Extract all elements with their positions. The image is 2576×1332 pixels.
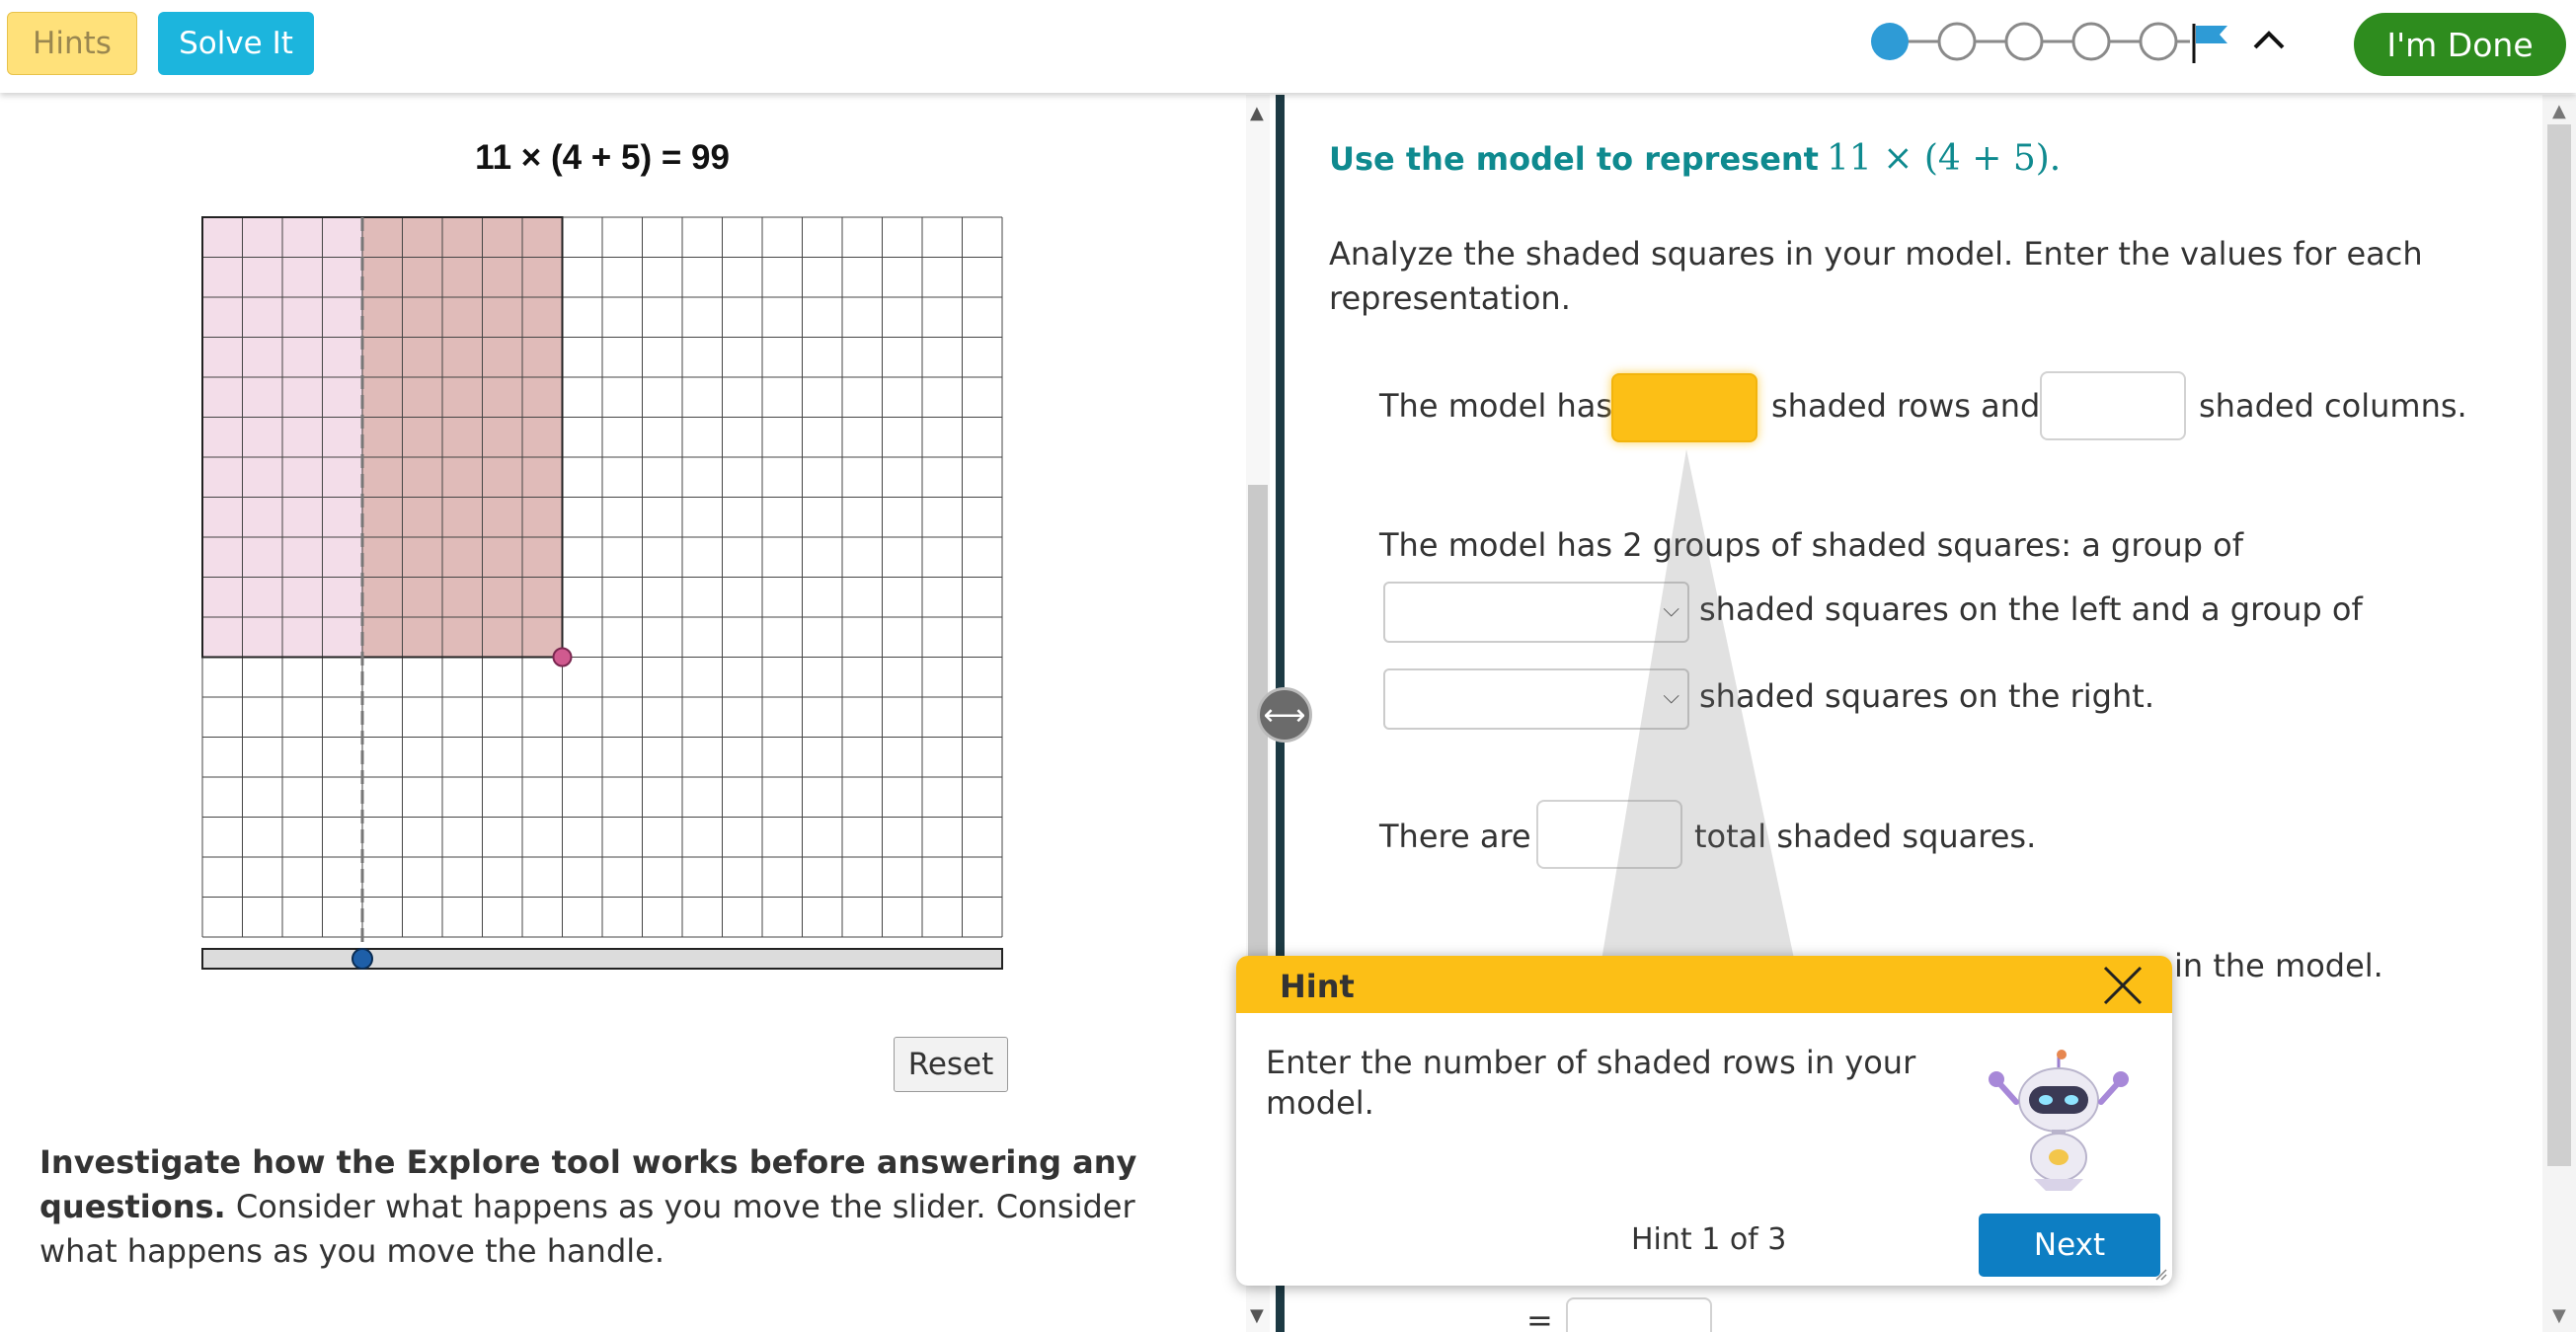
right-panel-scrollbar[interactable]: ▲ ▼ — [2542, 95, 2576, 1332]
left-scroll-thumb[interactable] — [1248, 485, 1268, 998]
finish-flag-icon — [2192, 24, 2227, 63]
split-slider-knob[interactable] — [351, 948, 373, 970]
hint-body: Enter the number of shaded rows in your … — [1266, 1044, 1916, 1122]
robot-mascot-icon — [1989, 1050, 2129, 1191]
hints-button[interactable]: Hints — [7, 12, 137, 75]
shaded-right-region — [362, 217, 563, 658]
progress-step-5[interactable] — [2139, 22, 2178, 61]
total-squares-input[interactable] — [1536, 800, 1682, 869]
instructions-text: Investigate how the Explore tool works b… — [39, 1140, 1185, 1274]
scroll-down-arrow-icon[interactable]: ▼ — [1250, 1305, 1264, 1326]
collapse-chevron-up-icon[interactable] — [2249, 18, 2289, 65]
solve-it-button[interactable]: Solve It — [158, 12, 314, 75]
progress-step-2[interactable] — [1937, 22, 1977, 61]
hint-counter: Hint 1 of 3 — [1631, 1222, 1787, 1257]
panel-resize-handle-icon[interactable]: ⟷ — [1257, 687, 1312, 743]
q2-text-a: The model has 2 groups of shaded squares… — [1379, 526, 2243, 564]
next-hint-button[interactable]: Next — [1979, 1214, 2160, 1277]
chevron-down-icon: ⌵ — [1663, 684, 1679, 709]
hint-popup: Hint Enter the number of shaded rows in … — [1236, 956, 2172, 1286]
left-group-select[interactable]: ⌵ — [1383, 582, 1689, 643]
question-intro: Analyze the shaded squares in your model… — [1329, 235, 2423, 317]
question-title-text: Use the model to represent — [1329, 140, 1819, 178]
question-expression: 11 × (4 + 5). — [1826, 138, 2062, 179]
q2-text-c: shaded squares on the right. — [1699, 677, 2154, 715]
top-toolbar: Hints Solve It I'm Done — [0, 0, 2576, 93]
im-done-button[interactable]: I'm Done — [2354, 13, 2566, 76]
q3-text-a: There are — [1379, 818, 1531, 855]
equals-sign: = — [1526, 1301, 1553, 1332]
equation-answer-input[interactable] — [1566, 1297, 1712, 1332]
q3-text-b: total shaded squares. — [1694, 818, 2037, 855]
hint-header: Hint — [1236, 956, 2172, 1013]
shaded-columns-input[interactable] — [2040, 371, 2186, 440]
question-title: Use the model to represent 11 × (4 + 5). — [1329, 138, 2061, 179]
q1-text-b: shaded rows and — [1771, 387, 2041, 425]
q2-text-b: shaded squares on the left and a group o… — [1699, 590, 2363, 628]
shaded-rows-input[interactable] — [1611, 373, 1757, 442]
resize-grip-icon[interactable] — [2154, 1268, 2168, 1282]
hint-title: Hint — [1280, 968, 1355, 1005]
reset-button[interactable]: Reset — [894, 1037, 1008, 1092]
progress-step-1[interactable] — [1871, 23, 1909, 60]
scroll-up-arrow-icon[interactable]: ▲ — [2552, 101, 2566, 121]
chevron-down-icon: ⌵ — [1663, 597, 1679, 622]
close-icon[interactable] — [2101, 964, 2145, 1007]
right-group-select[interactable]: ⌵ — [1383, 668, 1689, 730]
q4-text-tail: in the model. — [2174, 947, 2383, 984]
q1-text-c: shaded columns. — [2199, 387, 2467, 425]
area-model-grid[interactable] — [188, 207, 1017, 978]
resize-handle-dot[interactable] — [552, 647, 573, 667]
equation-label: 11 × (4 + 5) = 99 — [475, 138, 730, 177]
progress-tracker — [1871, 22, 2227, 63]
scroll-down-arrow-icon[interactable]: ▼ — [2552, 1305, 2566, 1326]
scroll-up-arrow-icon[interactable]: ▲ — [1250, 103, 1264, 123]
split-slider-track[interactable] — [201, 948, 1003, 970]
progress-step-4[interactable] — [2071, 22, 2111, 61]
progress-step-3[interactable] — [2004, 22, 2044, 61]
right-scroll-thumb[interactable] — [2547, 124, 2571, 1166]
q1-text-a: The model has — [1379, 387, 1613, 425]
